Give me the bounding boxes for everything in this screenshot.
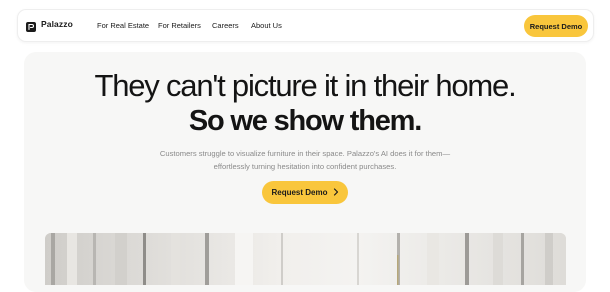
nav-request-demo-button[interactable]: Request Demo — [524, 15, 588, 37]
chevron-right-icon — [333, 187, 339, 198]
brand-logo[interactable]: Palazzo — [26, 19, 73, 32]
hero-subtext-line2: effortlessly turning hesitation into con… — [213, 162, 397, 171]
hero-request-demo-button[interactable]: Request Demo — [262, 181, 348, 204]
top-navigation-bar: Palazzo For Real Estate For Retailers Ca… — [17, 9, 594, 42]
hero-request-demo-label: Request Demo — [271, 188, 328, 197]
nav-link-for-retailers[interactable]: For Retailers — [158, 21, 201, 30]
nav-link-careers[interactable]: Careers — [212, 21, 239, 30]
hero-room-image — [45, 233, 566, 285]
hero-headline-line1: They can't picture it in their home. — [94, 68, 516, 103]
nav-link-for-real-estate[interactable]: For Real Estate — [97, 21, 149, 30]
hero-headline-line2: So we show them. — [188, 105, 422, 137]
brand-name: Palazzo — [41, 19, 73, 29]
nav-link-about-us[interactable]: About Us — [251, 21, 282, 30]
hero-subtext: Customers struggle to visualize furnitur… — [0, 147, 610, 173]
palazzo-logo-icon — [26, 19, 36, 32]
hero-subtext-line1: Customers struggle to visualize furnitur… — [159, 149, 451, 158]
